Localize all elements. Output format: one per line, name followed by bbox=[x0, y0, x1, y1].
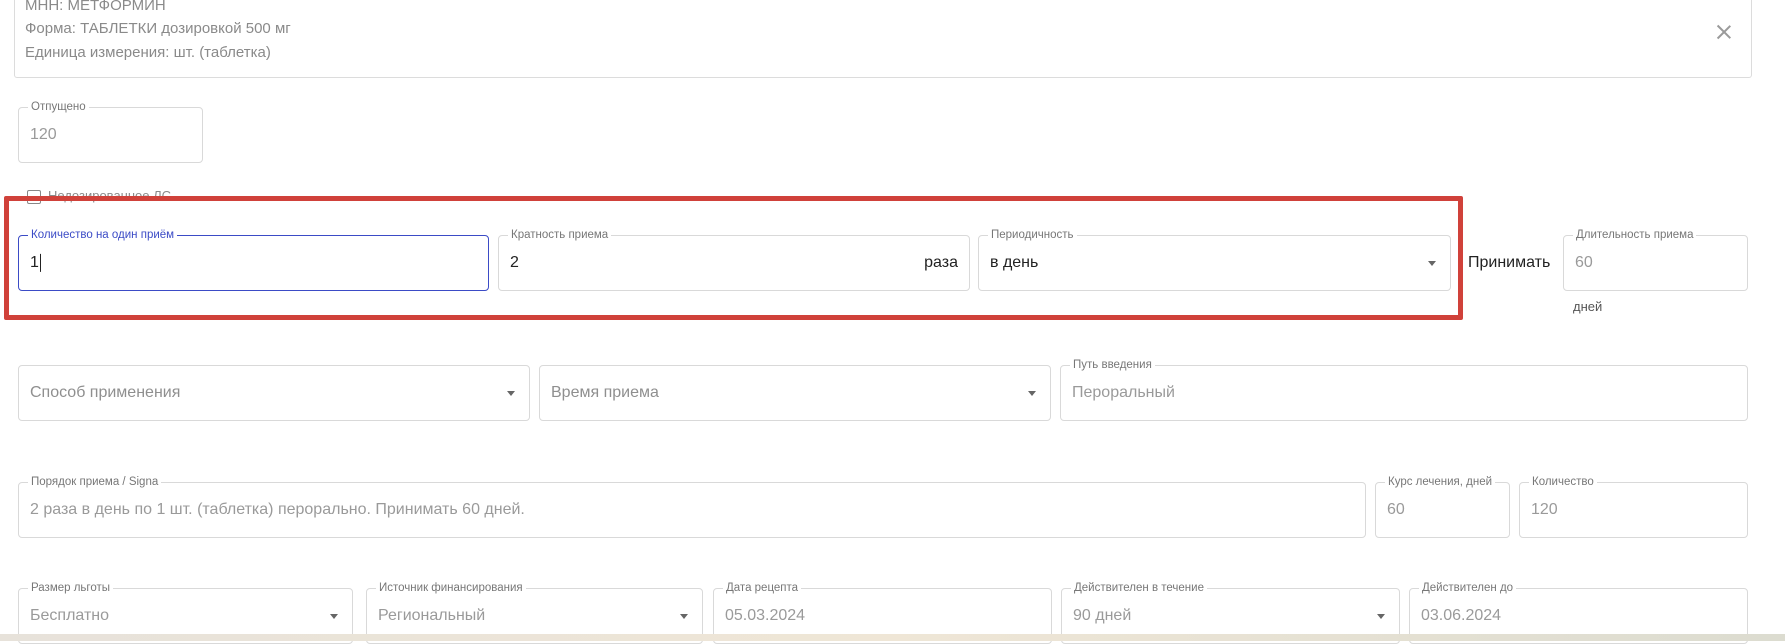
dispensed-field[interactable]: Отпущено 120 bbox=[18, 100, 203, 163]
benefit-label: Размер льготы bbox=[28, 581, 114, 595]
drug-form: Форма: ТАБЛЕТКИ дозировкой 500 мг bbox=[25, 20, 291, 37]
duration-unit: дней bbox=[1573, 299, 1603, 314]
drug-info-card: МНН: МЕТФОРМИН Форма: ТАБЛЕТКИ дозировко… bbox=[14, 0, 1752, 78]
rx-date-value: 05.03.2024 bbox=[725, 607, 806, 624]
valid-until-label: Действителен до bbox=[1419, 581, 1517, 595]
duration-input[interactable]: Длительность приема 60 bbox=[1563, 228, 1748, 291]
valid-for-value: 90 дней bbox=[1073, 607, 1132, 624]
chevron-down-icon[interactable] bbox=[330, 614, 338, 619]
method-select[interactable]: Способ применения bbox=[18, 365, 530, 421]
duration-value: 60 bbox=[1575, 254, 1593, 271]
dispensed-value: 120 bbox=[30, 126, 57, 143]
route-value: Пероральный bbox=[1072, 384, 1175, 401]
route-label: Путь введения bbox=[1070, 358, 1155, 372]
drug-mnn: МНН: МЕТФОРМИН bbox=[25, 0, 166, 14]
funding-value: Региональный bbox=[378, 607, 486, 624]
dispensed-label: Отпущено bbox=[28, 100, 89, 114]
course-value: 60 bbox=[1387, 501, 1405, 518]
highlight-frame bbox=[4, 196, 1463, 320]
chevron-down-icon[interactable] bbox=[1028, 391, 1036, 396]
bottom-strip bbox=[0, 634, 1785, 641]
close-icon[interactable] bbox=[1713, 21, 1735, 43]
drug-unit: Единица измерения: шт. (таблетка) bbox=[25, 44, 271, 61]
amount-field[interactable]: Количество 120 bbox=[1519, 475, 1748, 538]
route-field[interactable]: Путь введения Пероральный bbox=[1060, 358, 1748, 421]
signa-field[interactable]: Порядок приема / Signa 2 раза в день по … bbox=[18, 475, 1366, 538]
course-label: Курс лечения, дней bbox=[1385, 475, 1496, 489]
amount-label: Количество bbox=[1529, 475, 1597, 489]
chevron-down-icon[interactable] bbox=[507, 391, 515, 396]
funding-label: Источник финансирования bbox=[376, 581, 526, 595]
chevron-down-icon[interactable] bbox=[680, 614, 688, 619]
rx-date-label: Дата рецепта bbox=[723, 581, 802, 595]
amount-value: 120 bbox=[1531, 501, 1558, 518]
intake-time-placeholder: Время приема bbox=[551, 384, 659, 401]
signa-value: 2 раза в день по 1 шт. (таблетка) перора… bbox=[30, 501, 525, 518]
take-label: Принимать bbox=[1468, 254, 1551, 271]
chevron-down-icon[interactable] bbox=[1377, 614, 1385, 619]
benefit-value: Бесплатно bbox=[30, 607, 110, 624]
valid-for-label: Действителен в течение bbox=[1071, 581, 1207, 595]
intake-time-select[interactable]: Время приема bbox=[539, 365, 1051, 421]
signa-label: Порядок приема / Signa bbox=[28, 475, 162, 489]
valid-until-value: 03.06.2024 bbox=[1421, 607, 1502, 624]
course-field[interactable]: Курс лечения, дней 60 bbox=[1375, 475, 1510, 538]
duration-label: Длительность приема bbox=[1573, 228, 1697, 242]
method-placeholder: Способ применения bbox=[30, 384, 181, 401]
